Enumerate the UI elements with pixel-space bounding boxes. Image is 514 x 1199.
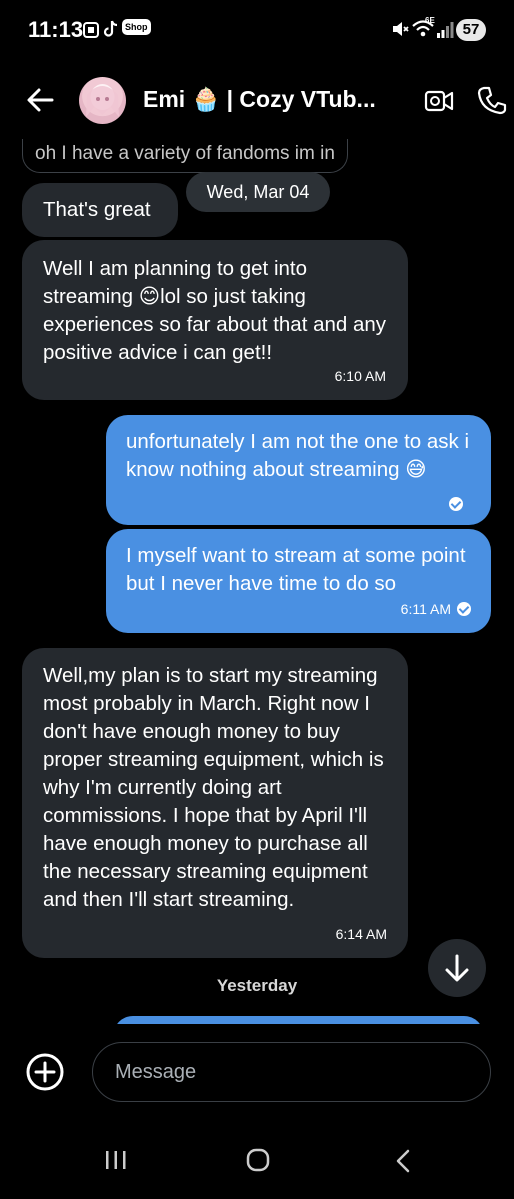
date-separator: Yesterday — [216, 976, 298, 995]
message-bubble-incoming[interactable]: That's great — [22, 183, 178, 237]
status-time: 11:13 — [28, 17, 84, 42]
network-type: 6E — [425, 16, 435, 25]
message-input[interactable] — [92, 1042, 491, 1102]
back-icon[interactable] — [393, 1149, 413, 1173]
battery-indicator: 57 — [456, 19, 486, 41]
quoted-message[interactable]: oh I have a variety of fandoms im in — [22, 139, 348, 173]
video-camera-icon[interactable] — [424, 88, 454, 114]
avatar[interactable] — [79, 77, 126, 124]
message-text: That's great — [43, 198, 151, 221]
signal-icon — [437, 22, 454, 38]
arrow-left-icon[interactable] — [24, 84, 56, 116]
phone-icon[interactable] — [477, 85, 507, 115]
plus-circle-icon[interactable] — [25, 1052, 65, 1092]
message-text: Well,my plan is to start my streaming mo… — [43, 664, 384, 911]
message-bubble-outgoing[interactable]: unfortunately I am not the one to ask i … — [106, 415, 491, 525]
message-bubble-incoming[interactable]: Well I am planning to get into streaming… — [22, 240, 408, 400]
recent-apps-icon[interactable] — [103, 1149, 129, 1171]
home-icon[interactable] — [245, 1147, 271, 1173]
read-receipt-icon — [457, 602, 471, 616]
read-receipt-icon — [449, 497, 463, 511]
avatar-image — [86, 84, 119, 117]
screenshot-icon — [83, 22, 99, 38]
message-bubble-incoming[interactable]: Well,my plan is to start my streaming mo… — [22, 648, 408, 958]
message-timestamp: 6:14 AM — [335, 926, 387, 942]
mute-icon — [393, 22, 409, 36]
message-timestamp: 6:10 AM — [334, 368, 386, 384]
tiktok-icon — [103, 20, 118, 37]
message-text: I myself want to stream at some point bu… — [126, 544, 466, 595]
message-bubble-outgoing[interactable]: I myself want to stream at some point bu… — [106, 529, 491, 633]
message-text: unfortunately I am not the one to ask i … — [126, 430, 470, 481]
shop-badge: Shop — [122, 19, 151, 35]
message-timestamp: 6:11 AM — [400, 601, 451, 617]
message-text: Well I am planning to get into streaming… — [43, 257, 387, 364]
status-bar: 11:13 Shop 6E 57 — [0, 0, 514, 62]
quoted-message-text: oh I have a variety of fandoms im in — [35, 143, 335, 164]
date-separator: Wed, Mar 04 — [186, 172, 330, 212]
message-meta: 6:11 AM — [401, 601, 471, 617]
chat-title[interactable]: Emi 🧁 | Cozy VTub... — [143, 86, 383, 113]
